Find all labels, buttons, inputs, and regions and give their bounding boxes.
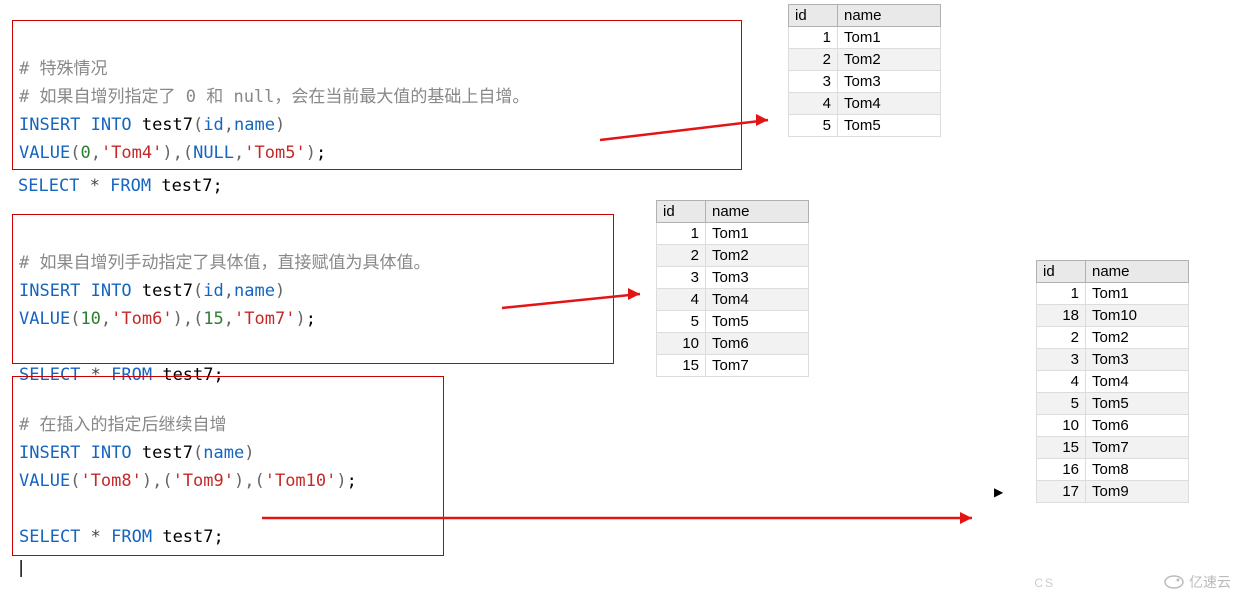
arrow-3 [260, 506, 990, 536]
table-row: 2Tom2 [789, 49, 941, 71]
table-row: 3Tom3 [657, 267, 809, 289]
result-table-3: id name 1Tom1 18Tom10 2Tom2 3Tom3 4Tom4 … [988, 260, 1189, 503]
result-table-1: id name 1Tom1 2Tom2 3Tom3 4Tom4 5Tom5 [788, 4, 941, 137]
table-row: 5Tom5 [789, 115, 941, 137]
keyword-insert: INSERT INTO [19, 443, 132, 463]
comment: # 如果自增列手动指定了具体值，直接赋值为具体值。 [19, 253, 430, 273]
table-row: 5Tom5 [988, 393, 1189, 415]
table-row: 1Tom1 [657, 223, 809, 245]
text-cursor: | [16, 558, 26, 578]
keyword-value: VALUE [19, 471, 70, 491]
table-row: 1Tom1 [789, 27, 941, 49]
table-row: 2Tom2 [657, 245, 809, 267]
result-table-2: id name 1Tom1 2Tom2 3Tom3 4Tom4 5Tom5 10… [656, 200, 809, 377]
table-row: 3Tom3 [988, 349, 1189, 371]
table-row: 16Tom8 [988, 459, 1189, 481]
table-header: id name [988, 261, 1189, 283]
arrow-1 [598, 100, 788, 160]
table-row: 3Tom3 [789, 71, 941, 93]
table-row: 5Tom5 [657, 311, 809, 333]
table-row: 10Tom6 [988, 415, 1189, 437]
watermark-yisu: 亿速云 [1163, 572, 1231, 592]
arrow-2 [500, 280, 660, 330]
row-marker-icon: ▶ [994, 485, 1003, 499]
keyword-value: VALUE [19, 309, 70, 329]
watermark-csdn: CS [1034, 576, 1055, 590]
comment: # 在插入的指定后继续自增 [19, 415, 226, 435]
table-row: 15Tom7 [657, 355, 809, 377]
select-stmt-1: SELECT * FROM test7; [18, 172, 223, 200]
keyword-value: VALUE [19, 143, 70, 163]
keyword-insert: INSERT INTO [19, 281, 132, 301]
table-header: id name [657, 201, 809, 223]
table-row: 4Tom4 [789, 93, 941, 115]
table-header: id name [789, 5, 941, 27]
keyword-insert: INSERT INTO [19, 115, 132, 135]
table-row: 15Tom7 [988, 437, 1189, 459]
comment: # 如果自增列指定了 0 和 null，会在当前最大值的基础上自增。 [19, 87, 529, 107]
table-row: ▶17Tom9 [988, 481, 1189, 503]
table-row: 18Tom10 [988, 305, 1189, 327]
comment: # 特殊情况 [19, 59, 107, 79]
table-row: 4Tom4 [657, 289, 809, 311]
table-row: 10Tom6 [657, 333, 809, 355]
table-row: 1Tom1 [988, 283, 1189, 305]
table-row: 2Tom2 [988, 327, 1189, 349]
table-row: 4Tom4 [988, 371, 1189, 393]
